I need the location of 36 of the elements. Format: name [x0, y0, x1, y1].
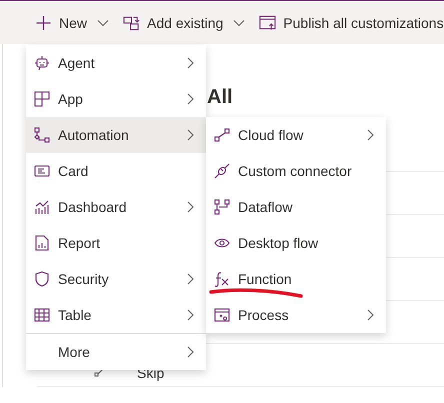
- flow-nodes-icon: [34, 127, 50, 143]
- menu-item[interactable]: More: [26, 334, 206, 370]
- shield-icon: [34, 271, 50, 287]
- menu-item[interactable]: Dataflow: [206, 189, 386, 225]
- menu-item[interactable]: Card: [26, 153, 206, 189]
- page-heading: All: [207, 85, 234, 110]
- toolbar-button[interactable]: Publish all customizations: [254, 10, 444, 34]
- menu-item[interactable]: Security: [26, 261, 206, 297]
- menu-item[interactable]: Function: [206, 261, 386, 297]
- menu-item[interactable]: App: [26, 81, 206, 117]
- menu-item[interactable]: Automation: [26, 117, 206, 153]
- flow-icon: [94, 368, 104, 378]
- app-grid-icon: [34, 91, 50, 107]
- report-icon: [34, 235, 50, 251]
- process-icon: [214, 307, 230, 323]
- menu-item[interactable]: Cloud flow: [206, 117, 386, 153]
- card-icon: [34, 163, 50, 179]
- menu-item[interactable]: Table: [26, 297, 206, 333]
- menu-item[interactable]: Agent: [26, 45, 206, 81]
- cloud-flow-icon: [214, 127, 230, 143]
- connector-icon: [214, 163, 230, 179]
- dashboard-chart-icon: [34, 199, 50, 215]
- plus-icon: [35, 14, 52, 30]
- menu-item[interactable]: Process: [206, 297, 386, 333]
- toolbar-button[interactable]: New: [30, 10, 114, 34]
- menu-item[interactable]: Dashboard: [26, 189, 206, 225]
- robot-icon: [34, 55, 50, 71]
- menu-item[interactable]: Desktop flow: [206, 225, 386, 261]
- add-existing-icon: [123, 14, 140, 30]
- dataflow-icon: [214, 199, 230, 215]
- toolbar-button[interactable]: Add existing: [118, 10, 250, 34]
- function-icon: [214, 271, 230, 287]
- menu-item[interactable]: Report: [26, 225, 206, 261]
- table-icon: [34, 307, 50, 323]
- menu-item[interactable]: Custom connector: [206, 153, 386, 189]
- publish-icon: [259, 14, 276, 30]
